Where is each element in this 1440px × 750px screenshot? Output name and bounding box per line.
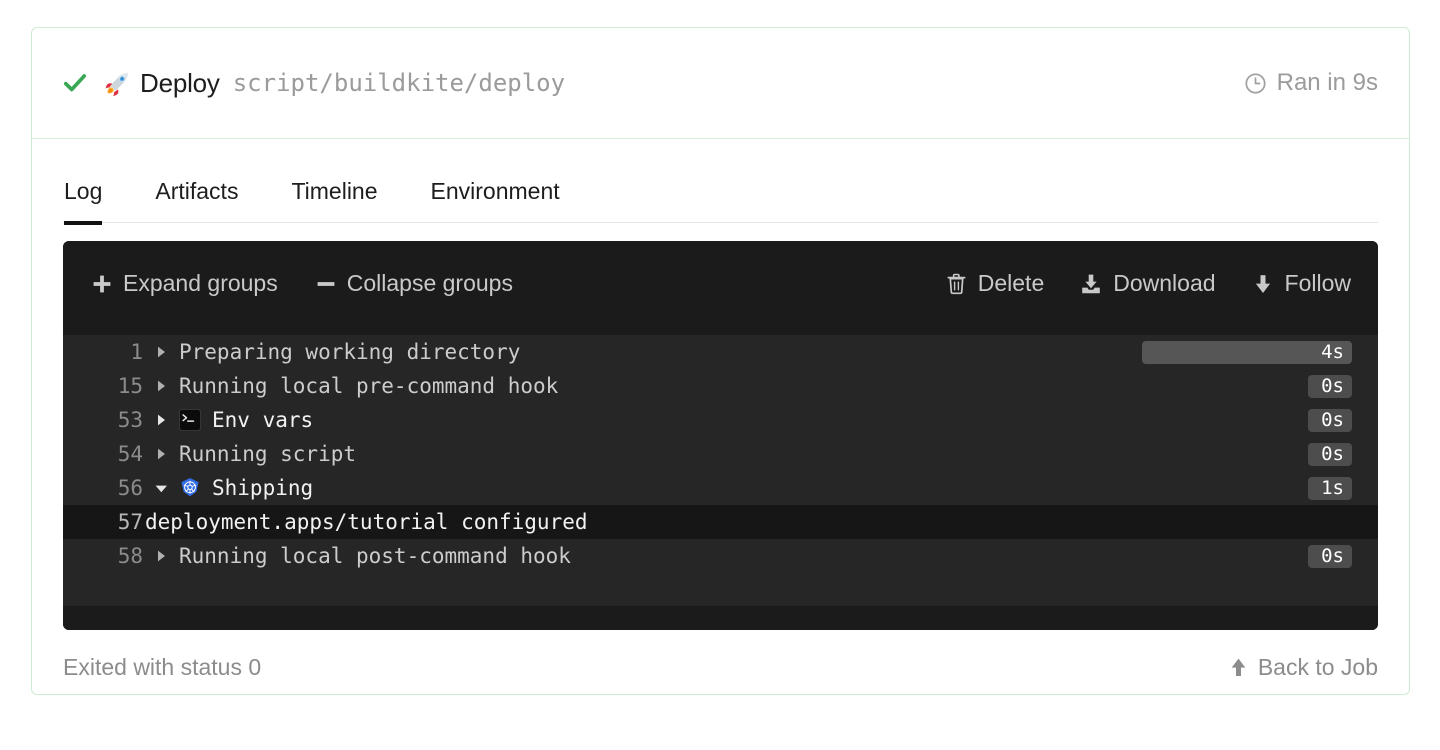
exit-status-label: Exited with status 0 (63, 653, 262, 680)
tab-artifacts[interactable]: Artifacts (155, 178, 238, 225)
clock-icon (1245, 72, 1266, 94)
log-line-number: 57 (117, 510, 143, 534)
duration-bar: 4s (1142, 340, 1352, 364)
chevron-right-icon[interactable] (143, 447, 179, 461)
log-line-number: 58 (117, 544, 143, 568)
log-line-number: 1 (130, 340, 143, 364)
duration-pill: 1s (1308, 476, 1352, 500)
rocket-emoji-icon (105, 72, 128, 96)
log-line-duration: 0s (1308, 442, 1352, 466)
log-toolbar-right: Delete Download Follow (946, 270, 1351, 297)
arrow-down-icon (1252, 273, 1274, 295)
log-line-text: Shipping (212, 476, 314, 500)
arrow-up-icon (1228, 657, 1249, 678)
job-title: Deploy (140, 67, 220, 98)
log-line-group[interactable]: 15 Running local pre-command hook 0s (63, 369, 1378, 403)
check-icon (63, 74, 87, 92)
terminal-emoji-icon (179, 409, 201, 431)
collapse-groups-label: Collapse groups (346, 270, 513, 296)
log-line-duration: 0s (1308, 408, 1352, 432)
log-toolbar-divider (63, 326, 1378, 335)
log-panel: Expand groups Collapse groups Delete Dow… (63, 241, 1378, 630)
job-footer: Exited with status 0 Back to Job (32, 630, 1409, 694)
log-line-group[interactable]: 56 Shipping 1s (63, 471, 1378, 505)
job-card: Deploy script/buildkite/deploy Ran in 9s… (31, 27, 1410, 695)
chevron-right-icon[interactable] (143, 379, 179, 393)
duration-pill: 0s (1308, 544, 1352, 568)
trash-icon (946, 273, 967, 295)
log-line-duration: 0s (1308, 374, 1352, 398)
log-line-number: 54 (117, 442, 143, 466)
log-panel-footer (63, 606, 1378, 630)
tabs-container: Log Artifacts Timeline Environment (32, 139, 1409, 225)
log-line-number: 53 (117, 408, 143, 432)
log-line-number: 56 (117, 476, 143, 500)
log-output-bottom-padding (63, 573, 1378, 606)
download-button[interactable]: Download (1080, 270, 1216, 297)
log-line-group[interactable]: 54 Running script 0s (63, 437, 1378, 471)
log-toolbar: Expand groups Collapse groups Delete Dow… (63, 241, 1378, 326)
kubernetes-icon (181, 478, 199, 497)
back-to-job-label: Back to Job (1257, 653, 1378, 680)
log-line-group[interactable]: 1 Preparing working directory 4s (63, 335, 1378, 369)
tab-timeline[interactable]: Timeline (291, 178, 377, 225)
expand-groups-button[interactable]: Expand groups (92, 270, 278, 297)
ran-in-label: Ran in 9s (1276, 69, 1378, 96)
log-line-text: Preparing working directory (179, 340, 521, 364)
log-line-output[interactable]: 57 deployment.apps/tutorial configured (63, 505, 1378, 539)
log-line-text: Running script (179, 442, 357, 466)
follow-button[interactable]: Follow (1252, 270, 1351, 297)
chevron-right-icon[interactable] (143, 549, 179, 563)
log-line-text: Env vars (212, 408, 314, 432)
duration-pill: 0s (1308, 408, 1352, 432)
job-duration: Ran in 9s (1244, 69, 1378, 97)
download-label: Download (1113, 270, 1216, 296)
delete-label: Delete (977, 270, 1045, 296)
chevron-right-icon[interactable] (143, 345, 179, 359)
log-line-duration: 0s (1308, 544, 1352, 568)
log-line-number: 15 (117, 374, 143, 398)
job-command: script/buildkite/deploy (232, 69, 566, 97)
job-header-left: Deploy script/buildkite/deploy (62, 68, 1244, 99)
download-icon (1080, 273, 1102, 295)
log-toolbar-left: Expand groups Collapse groups (92, 270, 513, 297)
tab-environment[interactable]: Environment (431, 178, 560, 225)
log-line-text: deployment.apps/tutorial configured (145, 510, 588, 534)
tab-log[interactable]: Log (64, 178, 103, 225)
expand-groups-label: Expand groups (123, 270, 278, 296)
duration-pill: 0s (1308, 442, 1352, 466)
job-header: Deploy script/buildkite/deploy Ran in 9s (32, 28, 1409, 139)
tab-list: Log Artifacts Timeline Environment (63, 139, 1378, 225)
log-line-group[interactable]: 58 Running local post-command hook 0s (63, 539, 1378, 573)
collapse-groups-button[interactable]: Collapse groups (316, 270, 513, 297)
back-to-job-button[interactable]: Back to Job (1228, 654, 1378, 681)
log-line-duration: 4s (1142, 340, 1352, 364)
log-line-duration: 1s (1308, 476, 1352, 500)
log-line-group[interactable]: 53 Env vars 0s (63, 403, 1378, 437)
log-output: 1 Preparing working directory 4s 15 Runn… (63, 335, 1378, 606)
duration-pill: 0s (1308, 374, 1352, 398)
plus-icon (92, 274, 112, 294)
delete-button[interactable]: Delete (946, 270, 1044, 297)
log-line-text: Running local pre-command hook (179, 374, 559, 398)
log-line-text: Running local post-command hook (179, 544, 571, 568)
minus-icon (316, 274, 336, 294)
follow-label: Follow (1284, 270, 1351, 296)
chevron-down-icon[interactable] (143, 482, 179, 495)
chevron-right-icon[interactable] (143, 413, 179, 427)
